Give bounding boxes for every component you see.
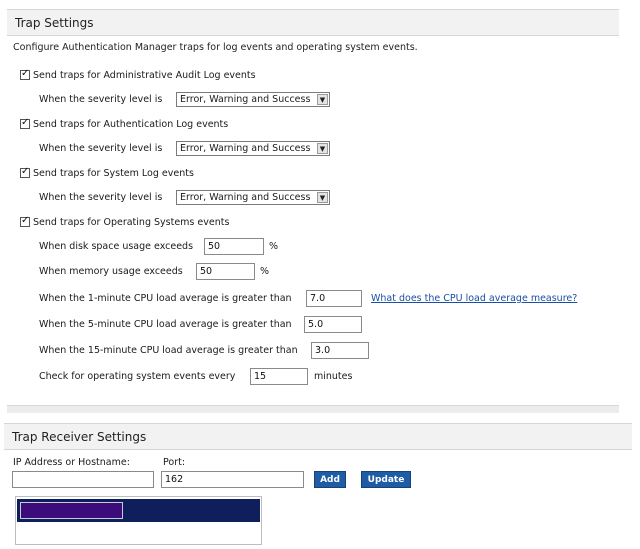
add-button[interactable]: Add (314, 471, 346, 488)
auth-log-checkbox-label: Send traps for Authentication Log events (33, 118, 229, 130)
check-interval-label: Check for operating system events every (39, 371, 236, 382)
cpu-15min-input[interactable]: 3.0 (311, 342, 369, 359)
os-events-checkbox-row[interactable]: ✓ Send traps for Operating Systems event… (20, 215, 229, 229)
receiver-settings-header: Trap Receiver Settings (4, 423, 632, 450)
system-severity-select[interactable]: Error, Warning and Success ▼ (176, 190, 330, 205)
os-events-checkbox[interactable]: ✓ (20, 215, 30, 227)
update-button[interactable]: Update (361, 471, 411, 488)
cpu-1min-label: When the 1-minute CPU load average is gr… (39, 293, 292, 304)
checkmark-icon: ✓ (21, 166, 30, 177)
auth-severity-value: Error, Warning and Success (180, 143, 311, 154)
system-log-checkbox-row[interactable]: ✓ Send traps for System Log events (20, 166, 194, 180)
disk-usage-unit: % (269, 241, 279, 252)
checkmark-icon: ✓ (21, 215, 30, 226)
cpu-5min-label: When the 5-minute CPU load average is gr… (39, 319, 292, 330)
trap-settings-description: Configure Authentication Manager traps f… (13, 42, 418, 53)
check-interval-unit: minutes (314, 371, 353, 382)
cpu-15min-label: When the 15-minute CPU load average is g… (39, 345, 298, 356)
checkmark-icon: ✓ (21, 117, 30, 128)
system-log-checkbox-label: Send traps for System Log events (33, 167, 194, 179)
audit-log-checkbox[interactable]: ✓ (20, 68, 30, 80)
cpu-load-help-link[interactable]: What does the CPU load average measure? (371, 293, 577, 304)
disk-usage-input[interactable]: 50 (204, 238, 264, 255)
list-item-selected[interactable] (17, 499, 260, 522)
cpu-5min-input[interactable]: 5.0 (304, 316, 362, 333)
port-input[interactable]: 162 (161, 471, 304, 488)
cpu-1min-input[interactable]: 7.0 (306, 290, 362, 307)
disk-usage-label: When disk space usage exceeds (39, 241, 194, 252)
auth-log-checkbox-row[interactable]: ✓ Send traps for Authentication Log even… (20, 117, 228, 131)
checkmark-icon: ✓ (21, 68, 30, 79)
auth-severity-select[interactable]: Error, Warning and Success ▼ (176, 141, 330, 156)
receiver-settings-title: Trap Receiver Settings (12, 430, 147, 444)
system-log-checkbox[interactable]: ✓ (20, 166, 30, 178)
system-severity-label: When the severity level is (39, 192, 163, 203)
ip-address-input[interactable] (12, 471, 154, 488)
ip-address-label: IP Address or Hostname: (13, 457, 130, 468)
audit-severity-label: When the severity level is (39, 94, 163, 105)
auth-log-checkbox[interactable]: ✓ (20, 117, 30, 129)
audit-log-checkbox-label: Send traps for Administrative Audit Log … (33, 69, 256, 81)
port-label: Port: (163, 457, 186, 468)
auth-severity-label: When the severity level is (39, 143, 163, 154)
chevron-down-icon[interactable]: ▼ (317, 143, 328, 154)
system-severity-value: Error, Warning and Success (180, 192, 311, 203)
memory-usage-label: When memory usage exceeds (39, 266, 183, 277)
audit-severity-value: Error, Warning and Success (180, 94, 311, 105)
trap-receiver-list[interactable] (15, 496, 262, 545)
audit-log-checkbox-row[interactable]: ✓ Send traps for Administrative Audit Lo… (20, 68, 256, 82)
chevron-down-icon[interactable]: ▼ (317, 94, 328, 105)
trap-settings-header: Trap Settings (7, 9, 619, 36)
memory-usage-unit: % (260, 266, 270, 277)
memory-usage-input[interactable]: 50 (196, 263, 255, 280)
chevron-down-icon[interactable]: ▼ (317, 192, 328, 203)
check-interval-input[interactable]: 15 (250, 368, 308, 385)
list-item-highlight (20, 502, 123, 519)
os-events-checkbox-label: Send traps for Operating Systems events (33, 216, 230, 228)
trap-settings-title: Trap Settings (15, 16, 94, 30)
section-divider (7, 405, 619, 413)
audit-severity-select[interactable]: Error, Warning and Success ▼ (176, 92, 330, 107)
